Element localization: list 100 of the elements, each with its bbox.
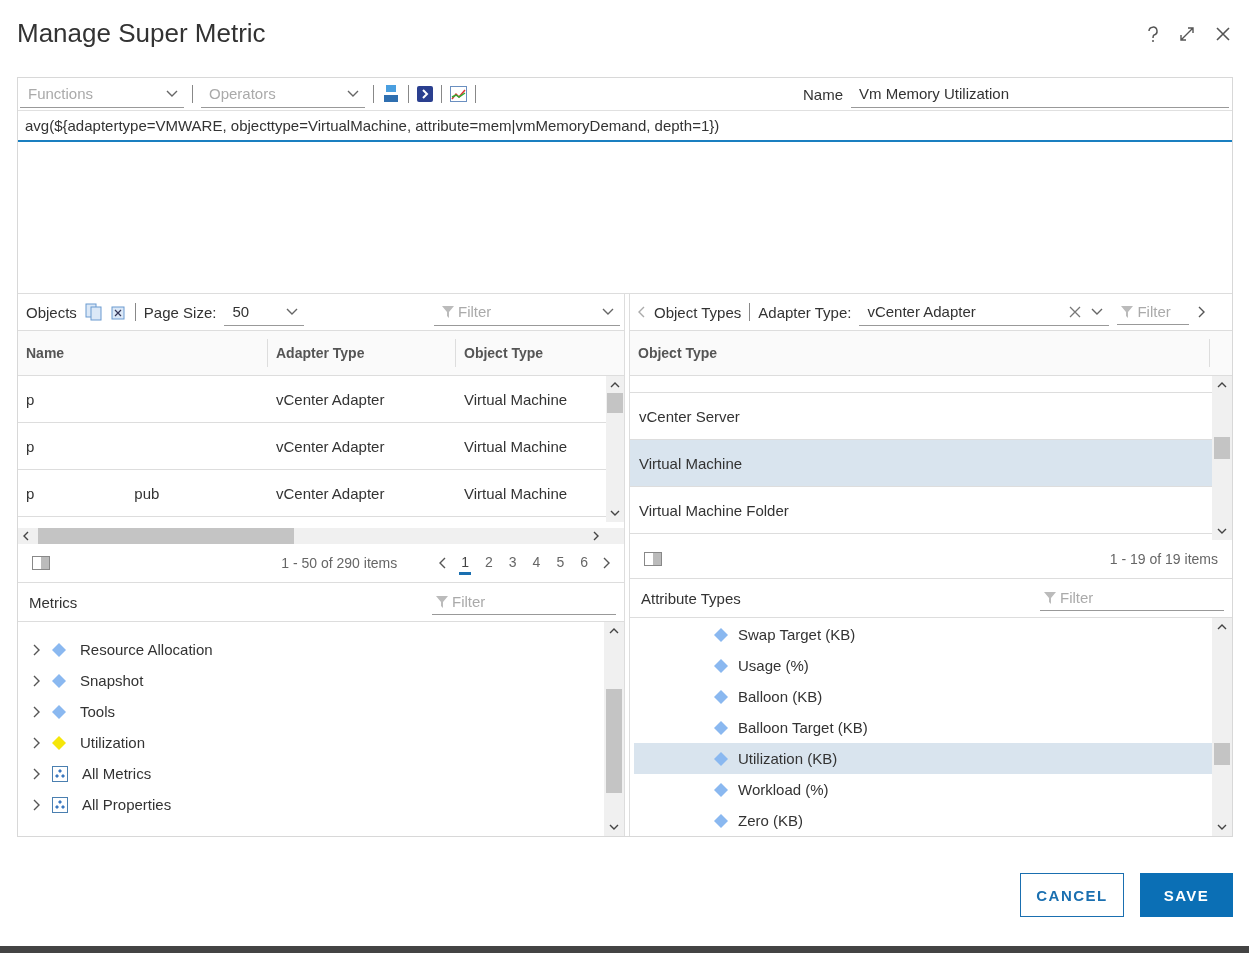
tree-item[interactable]: Usage (%) [634,650,1212,682]
columns-icon[interactable] [644,552,662,567]
adapter-type-label: Adapter Type: [758,303,852,321]
tree-item[interactable]: Balloon Target (KB) [634,712,1212,744]
diamond-icon [714,782,728,797]
tree-item[interactable]: Balloon (KB) [634,681,1212,713]
scrollbar[interactable] [604,622,624,837]
filter-icon [436,595,448,608]
close-icon[interactable] [1215,25,1231,42]
help-icon[interactable] [1147,25,1159,42]
tree-item[interactable]: Zero (KB) [634,805,1212,837]
diamond-icon [714,627,728,642]
chart-icon[interactable] [450,86,467,103]
scroll-up-icon[interactable] [1217,623,1227,631]
run-icon[interactable] [417,86,433,103]
scroll-left-icon[interactable] [22,531,30,542]
column-header[interactable]: Object Type [456,339,606,368]
table-row[interactable]: p vCenter Adapter Virtual Machine [18,376,606,424]
scroll-right-icon[interactable] [592,531,600,542]
list-row[interactable]: Virtual Machine [630,440,1212,488]
clear-icon[interactable] [110,304,127,321]
name-label: Name [803,85,843,103]
scrollbar-thumb[interactable] [1214,437,1230,460]
table-cell: p [26,390,35,408]
caret-icon [1091,307,1104,316]
table-cell-text: vCenter Adapter [275,437,386,455]
table-cell-text: vCenter Adapter [275,484,386,502]
scrollbar[interactable] [18,528,624,545]
scroll-down-icon[interactable] [610,510,620,518]
metric-group-icon [52,765,68,782]
page-link[interactable]: 5 [554,551,567,575]
previous-page-icon[interactable] [439,557,448,570]
metric-group-icon [52,796,68,813]
table-cell-text: vCenter Adapter [275,390,386,408]
scrollbar[interactable] [1212,618,1232,837]
diamond-icon [714,813,728,828]
item-count: 1 - 19 of 19 items [1109,551,1218,568]
tree-item[interactable]: Resource Allocation [80,641,213,659]
tree-item[interactable]: Tools [80,703,116,721]
filter-icon [1044,591,1056,604]
next-page-icon[interactable] [602,557,610,570]
table-cell-text: Virtual Machine [463,437,569,455]
tree-item[interactable]: Workload (%) [634,774,1212,806]
page-size-dropdown[interactable]: 50 [224,298,305,327]
tree-item[interactable]: Snapshot [80,672,144,690]
attribute-types-label: Attribute Types [641,589,741,607]
scrollbar-thumb[interactable] [1214,743,1230,766]
tree-item[interactable]: All Properties [82,796,172,814]
columns-icon[interactable] [32,556,50,571]
tree-item[interactable]: Swap Target (KB) [634,619,1212,651]
table-row[interactable]: p pub vCenter Adapter Virtual Machine [18,470,606,518]
object-types-label: Object Types [654,303,742,321]
page-link[interactable]: 4 [530,551,543,575]
table-cell-text: Virtual Machine [463,390,569,408]
diamond-icon [714,689,728,704]
column-header[interactable]: Adapter Type [268,339,456,368]
scrollbar-thumb[interactable] [607,393,623,414]
formula-editor[interactable]: avg(${adaptertype=VMWARE, objecttype=VirtualMachine, attribute=mem|vmMemoryDemand, depth=1}) [18,111,1232,295]
scroll-up-icon[interactable] [609,627,619,635]
this-object-icon[interactable] [382,84,400,105]
scrollbar-thumb[interactable] [606,689,622,794]
caret-icon [347,89,359,98]
scrollbar[interactable] [606,376,624,523]
list-row[interactable]: Virtual Machine Folder [630,487,1212,535]
page-link[interactable]: 1 [459,551,471,575]
page-link[interactable]: 3 [506,551,519,575]
page-link[interactable]: 6 [578,551,590,575]
tree-item[interactable]: Utilization (KB) [634,743,1212,775]
column-header[interactable]: Name [18,339,268,368]
expand-icon[interactable] [1179,25,1195,42]
tree-item[interactable]: All Metrics [82,765,152,783]
scroll-up-icon[interactable] [1217,381,1227,389]
dialog-title: Manage Super Metric [17,18,266,50]
objects-label: Objects [26,303,77,321]
caret-icon [286,307,299,316]
tree-item[interactable]: Utilization [80,734,146,752]
table-row[interactable]: p vCenter Adapter Virtual Machine [18,423,606,471]
adapter-type-dropdown[interactable]: vCenter Adapter [859,298,1110,327]
item-count: 1 - 50 of 290 items [281,555,398,572]
save-button[interactable]: SAVE [1140,873,1233,918]
scroll-up-icon[interactable] [610,381,620,389]
caret-icon [166,89,178,98]
table-cell: p [26,437,35,455]
cancel-button[interactable]: CANCEL [1020,873,1124,918]
filter-icon [442,305,454,318]
scrollbar[interactable] [1212,376,1232,541]
caret-icon [602,307,614,316]
page-size-label: Page Size: [143,303,217,321]
name-field[interactable]: Vm Memory Utilization [851,80,1229,109]
scroll-down-icon[interactable] [1217,824,1227,832]
filter-icon [1121,305,1134,318]
table-cell: pub [134,484,160,502]
table-cell: p [26,484,35,502]
diamond-icon [714,658,728,673]
table-cell-text: Virtual Machine [463,484,569,502]
scrollbar-thumb[interactable] [38,528,294,545]
page-link[interactable]: 2 [483,551,495,575]
scroll-down-icon[interactable] [1217,528,1227,536]
scroll-down-icon[interactable] [609,824,619,832]
diamond-icon [714,751,728,766]
